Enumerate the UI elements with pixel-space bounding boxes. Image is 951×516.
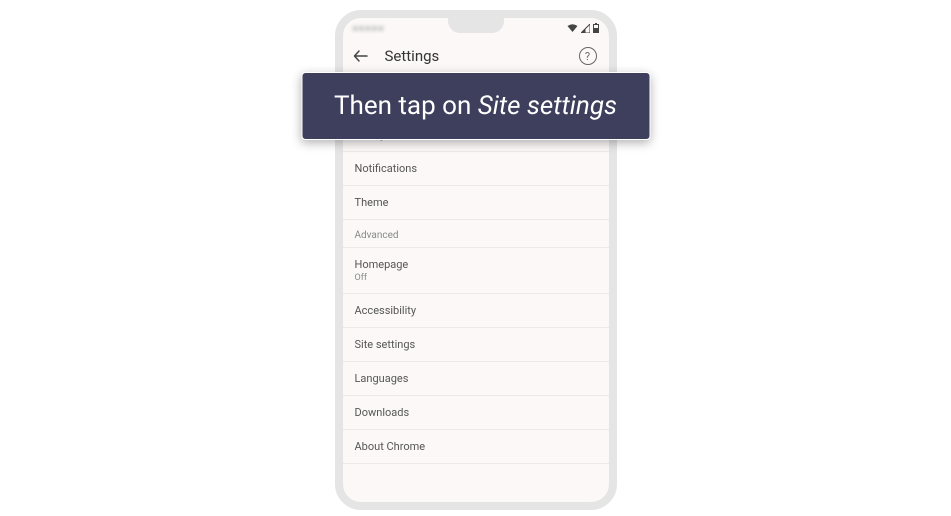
callout-prefix: Then tap on	[334, 91, 478, 121]
settings-item-languages[interactable]: Languages	[343, 362, 609, 396]
settings-item-site-settings[interactable]: Site settings	[343, 328, 609, 362]
app-bar: Settings ?	[343, 36, 609, 76]
instruction-callout: Then tap on Site settings	[301, 72, 650, 140]
settings-item-accessibility[interactable]: Accessibility	[343, 294, 609, 328]
wifi-icon	[567, 24, 578, 33]
homepage-value: Off	[355, 273, 597, 283]
settings-item-theme[interactable]: Theme	[343, 186, 609, 220]
settings-item-about[interactable]: About Chrome	[343, 430, 609, 464]
phone-notch	[448, 17, 504, 33]
callout-emphasis: Site settings	[478, 91, 617, 121]
section-header-advanced: Advanced	[343, 220, 609, 248]
signal-icon	[581, 24, 590, 33]
help-button[interactable]: ?	[579, 47, 597, 65]
settings-item-notifications[interactable]: Notifications	[343, 152, 609, 186]
homepage-label: Homepage	[355, 258, 409, 271]
page-title: Settings	[385, 47, 565, 65]
status-icons	[567, 23, 599, 33]
settings-item-homepage[interactable]: Homepage Off	[343, 248, 609, 294]
back-button[interactable]	[353, 47, 371, 65]
arrow-left-icon	[353, 48, 369, 64]
status-time: ●●●●●	[353, 23, 385, 34]
battery-icon	[593, 23, 599, 33]
settings-item-downloads[interactable]: Downloads	[343, 396, 609, 430]
question-mark-icon: ?	[585, 50, 590, 63]
